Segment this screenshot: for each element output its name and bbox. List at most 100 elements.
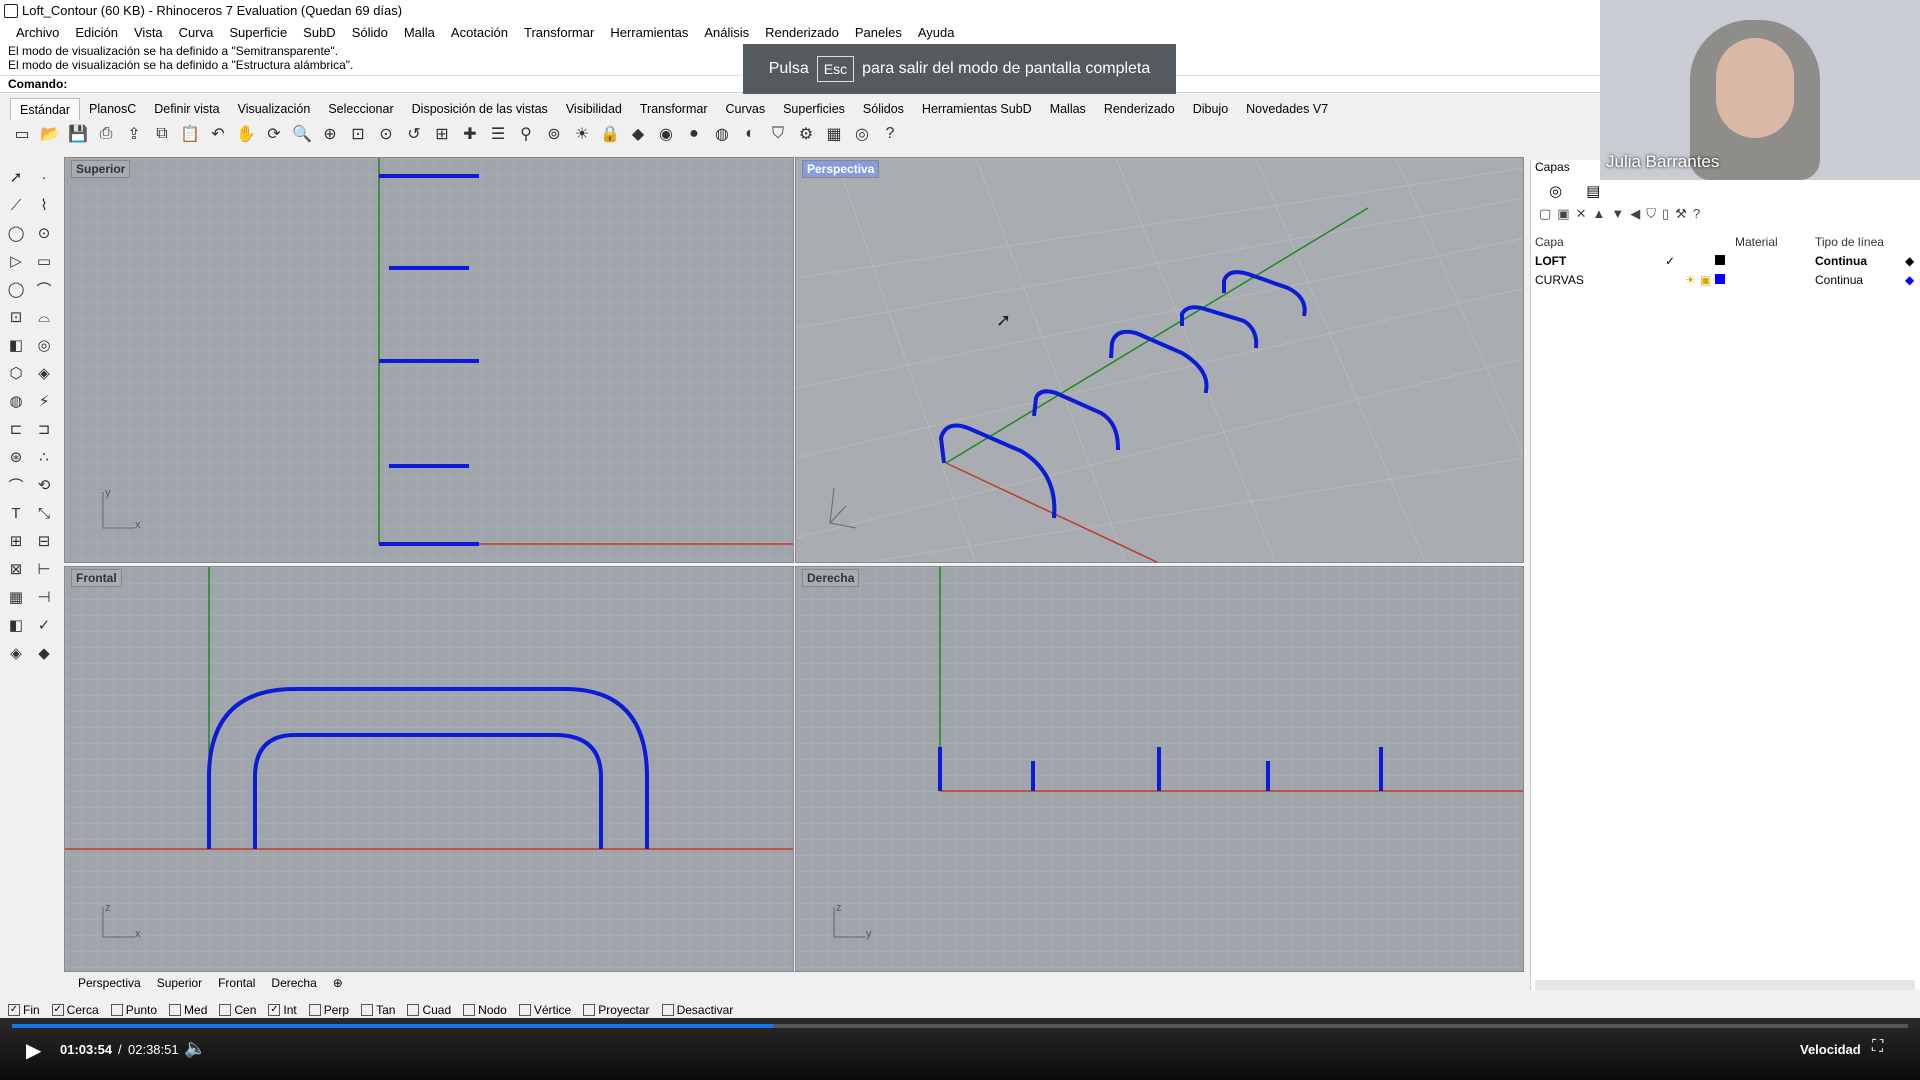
toolbar-tab[interactable]: Visibilidad — [557, 98, 631, 120]
left-tool-icon[interactable]: ▷ — [4, 249, 28, 273]
left-tool-icon[interactable]: ▦ — [4, 585, 28, 609]
save-icon[interactable]: 💾 — [66, 122, 90, 146]
move-up-icon[interactable]: ▲ — [1593, 206, 1606, 222]
pan-icon[interactable]: ✋ — [234, 122, 258, 146]
left-tool-icon[interactable]: ✓ — [32, 613, 56, 637]
left-tool-icon[interactable]: ⌒ — [32, 277, 56, 301]
layer-states-icon[interactable]: ▯ — [1662, 206, 1669, 222]
menu-item[interactable]: Renderizado — [757, 22, 847, 44]
left-tool-icon[interactable]: ◎ — [32, 333, 56, 357]
checkbox-icon[interactable] — [219, 1004, 232, 1016]
cplane-icon[interactable]: ✚ — [458, 122, 482, 146]
zoom-extents-icon[interactable]: ⊡ — [346, 122, 370, 146]
checkbox-icon[interactable]: ✓ — [268, 1004, 281, 1016]
left-tool-icon[interactable]: ◈ — [4, 641, 28, 665]
viewport-top[interactable]: yx Superior — [64, 157, 794, 563]
left-tool-icon[interactable]: ⊟ — [32, 529, 56, 553]
checkbox-icon[interactable] — [308, 1004, 321, 1016]
left-tool-icon[interactable]: ◆ — [32, 641, 56, 665]
viewport-right[interactable]: zy Derecha — [795, 566, 1524, 972]
osnap-option[interactable]: ✓ Cerca — [51, 1003, 99, 1017]
checkbox-icon[interactable] — [583, 1004, 596, 1016]
osnap-option[interactable]: Tan — [361, 1003, 395, 1017]
osnap-option[interactable]: Vértice — [518, 1003, 571, 1017]
left-tool-icon[interactable]: ◧ — [4, 613, 28, 637]
toolbar-tab[interactable]: Visualización — [229, 98, 320, 120]
left-tool-icon[interactable]: ⬡ — [4, 361, 28, 385]
rendered-icon[interactable]: ◍ — [710, 122, 734, 146]
left-tool-icon[interactable]: ⟲ — [32, 473, 56, 497]
checkbox-icon[interactable] — [463, 1004, 476, 1016]
checkbox-icon[interactable]: ✓ — [8, 1004, 20, 1016]
osnap-option[interactable]: Punto — [110, 1003, 157, 1017]
toolbar-tab[interactable]: Estándar — [10, 98, 81, 120]
new-layer-icon[interactable]: ▢ — [1539, 206, 1551, 222]
viewport-tab[interactable]: Frontal — [210, 976, 263, 990]
layer-icon[interactable]: ◆ — [626, 122, 650, 146]
toolbar-tab[interactable]: Seleccionar — [319, 98, 402, 120]
menu-item[interactable]: Paneles — [847, 22, 910, 44]
viewport-tab[interactable]: Superior — [149, 976, 210, 990]
toolbar-tab[interactable]: Novedades V7 — [1237, 98, 1337, 120]
volume-icon[interactable]: 🔈 — [184, 1038, 206, 1059]
shade-icon[interactable]: ● — [682, 122, 706, 146]
left-tool-icon[interactable]: ⊞ — [4, 529, 28, 553]
osnap-option[interactable]: Desactivar — [661, 1003, 733, 1017]
left-tool-icon[interactable]: ⊠ — [4, 557, 28, 581]
menu-item[interactable]: Ayuda — [910, 22, 963, 44]
zoom-window-icon[interactable]: ⊕ — [318, 122, 342, 146]
layer-row-curvas[interactable]: CURVAS ☀ ▣ Continua ◆ — [1535, 270, 1915, 289]
checkbox-icon[interactable] — [661, 1004, 674, 1016]
left-tool-icon[interactable]: ➚ — [4, 165, 28, 189]
print-icon[interactable]: ⎙ — [94, 122, 118, 146]
move-parent-icon[interactable]: ◀ — [1630, 206, 1640, 222]
snap-icon[interactable]: ⚲ — [514, 122, 538, 146]
layer-color-swatch[interactable] — [1715, 273, 1735, 287]
light-icon[interactable]: ☀ — [570, 122, 594, 146]
paste-icon[interactable]: 📋 — [178, 122, 202, 146]
menu-item[interactable]: Transformar — [516, 22, 602, 44]
left-tool-icon[interactable]: ◈ — [32, 361, 56, 385]
filter-icon[interactable]: ⛉ — [1646, 206, 1656, 222]
speed-button[interactable]: Velocidad — [1800, 1042, 1861, 1057]
toolbar-tab[interactable]: PlanosC — [80, 98, 145, 120]
osnap-option[interactable]: Cen — [219, 1003, 256, 1017]
osnap-option[interactable]: Perp — [308, 1003, 349, 1017]
play-icon[interactable]: ▶ — [26, 1038, 41, 1063]
import-icon[interactable]: ⇪ — [122, 122, 146, 146]
move-down-icon[interactable]: ▼ — [1611, 206, 1624, 222]
checkbox-icon[interactable] — [169, 1004, 182, 1016]
properties-icon[interactable]: ☰ — [486, 122, 510, 146]
menu-item[interactable]: Edición — [67, 22, 126, 44]
menu-item[interactable]: Superficie — [221, 22, 295, 44]
left-tool-icon[interactable]: · — [32, 165, 56, 189]
checkbox-icon[interactable] — [361, 1004, 374, 1016]
viewport-tab[interactable]: Perspectiva — [70, 976, 149, 990]
viewport-perspective[interactable]: Perspectiva ➚ — [795, 157, 1524, 563]
toolbar-tab[interactable]: Superficies — [774, 98, 854, 120]
options-icon[interactable]: ⚙ — [794, 122, 818, 146]
left-tool-icon[interactable]: ⊏ — [4, 417, 28, 441]
toolbar-tab[interactable]: Curvas — [716, 98, 774, 120]
exit-fullscreen-icon[interactable]: ⛶ — [1872, 1038, 1883, 1056]
rotate-icon[interactable]: ⟳ — [262, 122, 286, 146]
lock-icon[interactable]: ▣ — [1700, 273, 1715, 287]
checkbox-icon[interactable] — [110, 1004, 123, 1016]
help-icon[interactable]: ? — [878, 122, 902, 146]
left-tool-icon[interactable]: T — [4, 501, 28, 525]
menu-item[interactable]: Acotación — [443, 22, 516, 44]
layers-scrollbar[interactable] — [1535, 980, 1915, 990]
osnap-option[interactable]: ✓ Int — [268, 1003, 297, 1017]
checkbox-icon[interactable]: ✓ — [51, 1004, 64, 1016]
open-icon[interactable]: 📂 — [38, 122, 62, 146]
color-wheel-icon[interactable]: ◎ — [1549, 182, 1562, 200]
material-icon[interactable]: ◐ — [738, 122, 762, 146]
grid-icon[interactable]: ▦ — [822, 122, 846, 146]
toolbar-tab[interactable]: Transformar — [631, 98, 717, 120]
osnap-option[interactable]: Proyectar — [583, 1003, 650, 1017]
zoom-selected-icon[interactable]: ⊙ — [374, 122, 398, 146]
left-tool-icon[interactable]: ⊢ — [32, 557, 56, 581]
osnap-icon[interactable]: ⊚ — [542, 122, 566, 146]
checkbox-icon[interactable] — [407, 1004, 420, 1016]
left-tool-icon[interactable]: ◍ — [4, 389, 28, 413]
